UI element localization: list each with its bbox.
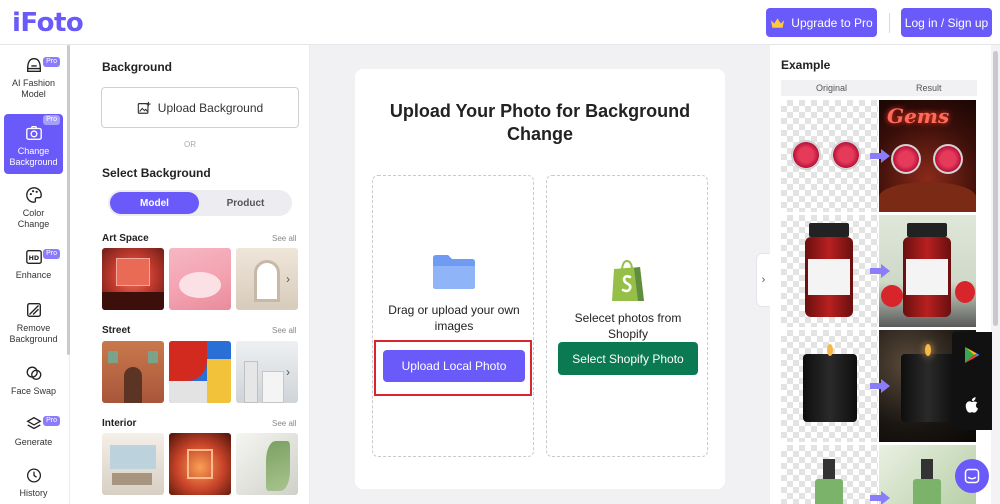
chevron-right-icon[interactable]: › — [286, 365, 290, 379]
chat-support-button[interactable] — [955, 459, 989, 493]
example-original-image — [781, 445, 878, 504]
local-upload-hint: Drag or upload your own images — [388, 303, 520, 333]
nav-label: Enhance — [15, 270, 52, 280]
nav-label: Generate — [14, 437, 53, 447]
shopify-bag-icon — [612, 259, 644, 301]
login-signup-button[interactable]: Log in / Sign up — [901, 8, 992, 37]
upload-background-label: Upload Background — [157, 100, 264, 115]
or-divider: OR — [184, 140, 196, 149]
select-shopify-photo-button[interactable]: Select Shopify Photo — [558, 342, 698, 375]
apple-icon[interactable] — [963, 396, 981, 414]
chevron-right-icon: › — [761, 274, 766, 286]
arrow-right-icon — [870, 264, 890, 278]
background-thumbnail[interactable] — [169, 248, 231, 310]
tab-product[interactable]: Product — [201, 192, 290, 214]
see-all-street-link[interactable]: See all — [272, 326, 296, 335]
example-result-image — [879, 215, 976, 327]
eraser-icon — [26, 303, 41, 317]
see-all-interior-link[interactable]: See all — [272, 419, 296, 428]
example-original-image — [781, 215, 878, 327]
background-thumbnail[interactable] — [236, 433, 298, 495]
example-panel: Example Original Result Gems — [770, 45, 1000, 504]
see-all-art-space-link[interactable]: See all — [272, 234, 296, 243]
category-title-interior: Interior — [102, 418, 137, 429]
nav-label: Color — [22, 208, 45, 218]
nav-item-history[interactable]: History — [4, 467, 63, 499]
nav-label: History — [19, 488, 48, 498]
example-original-image — [781, 330, 878, 442]
layers-icon — [25, 416, 42, 430]
upgrade-to-pro-button[interactable]: Upgrade to Pro — [766, 8, 877, 37]
background-panel: Background Upload Background OR Select B… — [70, 45, 310, 504]
pro-badge: Pro — [43, 115, 60, 125]
chevron-right-icon[interactable]: › — [286, 272, 290, 286]
nav-item-remove-background[interactable]: Remove Background — [4, 301, 63, 347]
nav-item-enhance[interactable]: Pro HD Enhance — [4, 248, 63, 284]
page-title: Upload Your Photo for Background Change — [389, 101, 691, 144]
top-header: iFoto Upgrade to Pro Log in / Sign up — [0, 0, 1000, 45]
background-thumbnail[interactable] — [102, 341, 164, 403]
background-thumbnail[interactable] — [169, 341, 231, 403]
pro-badge: Pro — [43, 57, 60, 67]
crown-icon — [771, 17, 785, 28]
google-play-icon[interactable] — [963, 346, 981, 364]
upload-local-photo-button[interactable]: Upload Local Photo — [383, 350, 525, 382]
image-upload-icon — [137, 101, 151, 114]
column-original: Original — [816, 83, 848, 93]
nav-label: AI Fashion — [11, 78, 56, 88]
arrow-right-icon — [870, 379, 890, 393]
folder-icon — [433, 255, 475, 289]
helmet-icon — [26, 58, 41, 72]
nav-item-change-background[interactable]: Pro Change Background — [4, 114, 63, 174]
svg-text:HD: HD — [28, 255, 38, 262]
nav-label: Remove — [16, 323, 51, 333]
nav-item-ai-fashion-model[interactable]: Pro AI Fashion Model — [4, 56, 63, 106]
arrow-right-icon — [870, 149, 890, 163]
nav-item-color-change[interactable]: Color Change — [4, 186, 63, 230]
main-area: Upload Your Photo for Background Change … — [310, 45, 770, 504]
nav-item-face-swap[interactable]: Face Swap — [4, 364, 63, 398]
column-result: Result — [916, 83, 942, 93]
app-logo[interactable]: iFoto — [12, 8, 84, 38]
palette-icon — [25, 187, 42, 203]
example-title: Example — [781, 58, 831, 72]
background-thumbnail[interactable] — [102, 433, 164, 495]
face-swap-icon — [26, 366, 41, 380]
nav-label: Background — [9, 334, 58, 344]
background-thumbnail[interactable] — [102, 248, 164, 310]
upload-card: Upload Your Photo for Background Change … — [355, 69, 725, 489]
select-background-title: Select Background — [102, 166, 211, 180]
category-title-art-space: Art Space — [102, 233, 149, 244]
camera-icon — [25, 126, 42, 140]
nav-label: Face Swap — [10, 386, 57, 396]
background-thumbnail[interactable] — [169, 433, 231, 495]
collapse-panel-button[interactable]: › — [756, 253, 770, 307]
local-drop-zone[interactable]: Drag or upload your own images Upload Lo… — [372, 175, 534, 457]
shopify-hint: Selecet photos from Shopify — [574, 311, 682, 341]
nav-label: Change — [17, 219, 50, 229]
example-original-image — [781, 100, 878, 212]
upgrade-label: Upgrade to Pro — [791, 15, 873, 30]
nav-item-generate[interactable]: Pro Generate — [4, 415, 63, 451]
pro-badge: Pro — [43, 249, 60, 259]
shopify-drop-zone[interactable]: Selecet photos from Shopify Select Shopi… — [546, 175, 708, 457]
nav-label: Model — [21, 89, 46, 99]
arrow-right-icon — [870, 491, 890, 504]
upload-background-button[interactable]: Upload Background — [101, 87, 299, 128]
header-divider — [889, 13, 890, 33]
background-type-toggle: Model Product — [108, 190, 292, 216]
nav-label: Background — [9, 157, 58, 167]
clock-icon — [26, 468, 41, 483]
panel-title: Background — [102, 60, 173, 74]
category-title-street: Street — [102, 325, 131, 336]
nav-label: Change — [17, 146, 50, 156]
chat-icon — [964, 468, 980, 484]
example-scroll-thumb[interactable] — [993, 51, 998, 326]
hd-icon: HD — [25, 250, 42, 264]
example-column-header: Original Result — [781, 80, 977, 96]
app-store-links — [952, 332, 992, 430]
pro-badge: Pro — [43, 416, 60, 426]
tab-model[interactable]: Model — [110, 192, 199, 214]
example-result-image: Gems — [879, 100, 976, 212]
